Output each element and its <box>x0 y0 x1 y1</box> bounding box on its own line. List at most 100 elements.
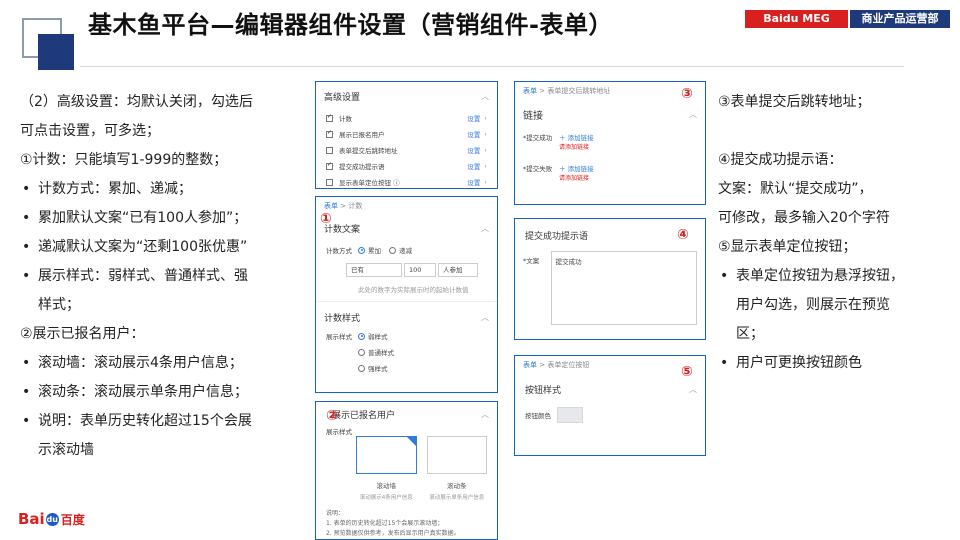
radio-add[interactable] <box>358 246 365 254</box>
checkbox[interactable] <box>326 146 333 154</box>
add-link-button[interactable]: ＋ 添加链接 <box>559 163 594 173</box>
field-label: *文案 <box>523 257 540 265</box>
setting-link[interactable]: 设置 <box>467 129 480 139</box>
option-row-redirect[interactable]: 表单提交后跳转地址 设置 › <box>316 142 497 158</box>
breadcrumb-current: 表单定位按钮 <box>547 361 590 369</box>
fail-link-row: *提交失败 ＋ 添加链接 请添加链接 <box>515 155 705 186</box>
button-style-header[interactable]: 按钮样式 ︿ <box>515 374 705 404</box>
count-style-header[interactable]: 计数样式 ︿ <box>316 306 497 328</box>
chevron-up-icon[interactable]: ︿ <box>689 109 697 120</box>
bullet-continuation: 区； <box>736 326 764 342</box>
radio-subtract[interactable] <box>389 246 396 254</box>
breadcrumb: 表单 > 表单定位按钮 <box>515 356 705 374</box>
radio-label: 强样式 <box>368 365 388 373</box>
section-title: 计数样式 <box>324 313 361 324</box>
breadcrumb-separator: > <box>539 361 546 369</box>
option-row-show-users[interactable]: 展示已报名用户 设置 › <box>316 126 497 142</box>
show-users-header[interactable]: 展示已报名用户 ︿ <box>316 402 497 426</box>
field-label: 按钮颜色 <box>525 412 551 420</box>
position-button-panel: 表单 > 表单定位按钮 按钮样式 ︿ 按钮颜色 ⑤ <box>514 355 706 456</box>
bullet-continuation: 示滚动墙 <box>38 442 94 458</box>
error-hint: 请添加链接 <box>559 175 590 182</box>
paw-icon: du <box>45 513 59 526</box>
option-row-success-tip[interactable]: 提交成功提示语 设置 › <box>316 158 497 174</box>
count-hint: 此处的数字为实际展示时的起始计数值 <box>358 286 469 294</box>
section-title: 按钮样式 <box>525 385 562 396</box>
style-row-strong[interactable]: 强样式 <box>316 360 497 376</box>
option-label: 提交成功提示语 <box>339 163 385 171</box>
bullet-item: 递减默认文案为“还剩100张优惠” <box>20 233 310 262</box>
count-number-input[interactable]: 100 <box>404 263 436 277</box>
prefix-input[interactable]: 已有 <box>346 263 402 277</box>
radio-label: 弱样式 <box>368 333 388 341</box>
setting-link[interactable]: 设置 <box>467 177 480 187</box>
setting-link[interactable]: 设置 <box>467 145 480 155</box>
radio-label: 递减 <box>399 247 412 255</box>
scroll-bar-thumb[interactable] <box>426 436 487 474</box>
count-method-row: 计数方式 累加 递减 <box>316 241 497 259</box>
option-label: 展示已报名用户 <box>339 131 385 139</box>
baidu-meg-tag: Baidu MEG <box>745 10 848 28</box>
style-row-normal[interactable]: 普通样式 <box>316 344 497 360</box>
option-label: 显示表单定位按钮 ⓘ <box>339 179 400 187</box>
add-link-button[interactable]: ＋ 添加链接 <box>559 132 594 142</box>
text-line: ⑤显示表单定位按钮； <box>718 239 857 255</box>
chevron-up-icon[interactable]: ︿ <box>481 409 489 420</box>
count-text-header[interactable]: 计数文案 ︿ <box>316 215 497 241</box>
option-title: 滚动条 <box>447 482 467 490</box>
radio-normal[interactable] <box>358 348 365 356</box>
chevron-up-icon[interactable]: ︿ <box>481 223 489 234</box>
bullet-continuation: 用户勾选，则展示在预览 <box>736 297 890 313</box>
option-label: 计数 <box>339 115 352 123</box>
text-line: 可点击设置，可多选； <box>20 123 160 139</box>
count-input-row: 已有 100 人参加 <box>316 259 497 281</box>
section-title: 提交成功提示语 <box>525 231 589 242</box>
chevron-up-icon[interactable]: ︿ <box>481 91 489 102</box>
breadcrumb-link[interactable]: 表单 <box>324 202 338 210</box>
breadcrumb-link[interactable]: 表单 <box>523 361 537 369</box>
breadcrumb-separator: > <box>340 202 347 210</box>
chevron-up-icon[interactable]: ︿ <box>689 384 697 395</box>
option-row-count[interactable]: 计数 设置 › <box>316 110 497 126</box>
checkbox[interactable] <box>326 113 333 122</box>
bullet-item: 滚动墙：滚动展示4条用户信息； <box>20 349 310 378</box>
breadcrumb: 表单 > 表单提交后跳转地址 <box>515 82 705 100</box>
text-line: ③表单提交后跳转地址； <box>718 94 871 110</box>
option-row-position-button[interactable]: 显示表单定位按钮 ⓘ 设置 › <box>316 174 497 188</box>
setting-link[interactable]: 设置 <box>467 161 480 171</box>
text-line: （2）高级设置：均默认关闭，勾选后 <box>20 94 253 110</box>
option-subtitle: 滚动展示单条用户信息 <box>429 495 485 501</box>
checkbox[interactable] <box>326 161 333 170</box>
advanced-settings-header[interactable]: 高级设置 ︿ <box>316 82 497 110</box>
text-line: ④提交成功提示语： <box>718 152 843 168</box>
scroll-wall-thumb[interactable] <box>356 436 417 474</box>
link-header[interactable]: 链接 ︿ <box>515 100 705 128</box>
checkbox[interactable] <box>326 178 333 186</box>
option-scroll-bar[interactable]: 滚动条 滚动展示单条用户信息 <box>426 436 487 501</box>
tip-textarea[interactable]: 提交成功 <box>550 251 697 325</box>
radio-weak[interactable] <box>358 332 365 340</box>
marker-number: ⑤ <box>681 364 693 380</box>
bullet-continuation: 样式； <box>38 297 80 313</box>
breadcrumb-link[interactable]: 表单 <box>523 87 537 95</box>
option-scroll-wall[interactable]: 滚动墙 滚动展示4条用户信息 <box>356 436 417 501</box>
users-note: 说明： 1. 表单的历史转化超过15个会展示滚动墙； 2. 预览数据仅供参考，发… <box>326 510 460 537</box>
chevron-up-icon[interactable]: ︿ <box>481 312 489 323</box>
suffix-input[interactable]: 人参加 <box>438 263 478 277</box>
redirect-link-panel: 表单 > 表单提交后跳转地址 链接 ︿ *提交成功 ＋ 添加链接 请添加链接 *… <box>514 81 706 205</box>
header-divider <box>80 66 904 67</box>
marker-number: ④ <box>677 227 689 243</box>
color-picker-swatch[interactable] <box>557 407 583 423</box>
option-title: 滚动墙 <box>376 482 397 490</box>
setting-link[interactable]: 设置 <box>467 113 480 123</box>
department-tag: 商业产品运营部 <box>850 10 950 28</box>
chevron-right-icon: › <box>484 114 487 122</box>
field-label: 计数方式 <box>326 247 352 255</box>
radio-strong[interactable] <box>358 364 365 372</box>
text-line: 文案：默认“提交成功”， <box>718 181 873 197</box>
breadcrumb-current: 计数 <box>348 202 363 210</box>
checkbox[interactable] <box>326 129 333 138</box>
section-title: 高级设置 <box>324 92 361 103</box>
option-subtitle: 滚动展示4条用户信息 <box>359 495 413 501</box>
style-row-weak[interactable]: 展示样式 弱样式 <box>316 328 497 344</box>
